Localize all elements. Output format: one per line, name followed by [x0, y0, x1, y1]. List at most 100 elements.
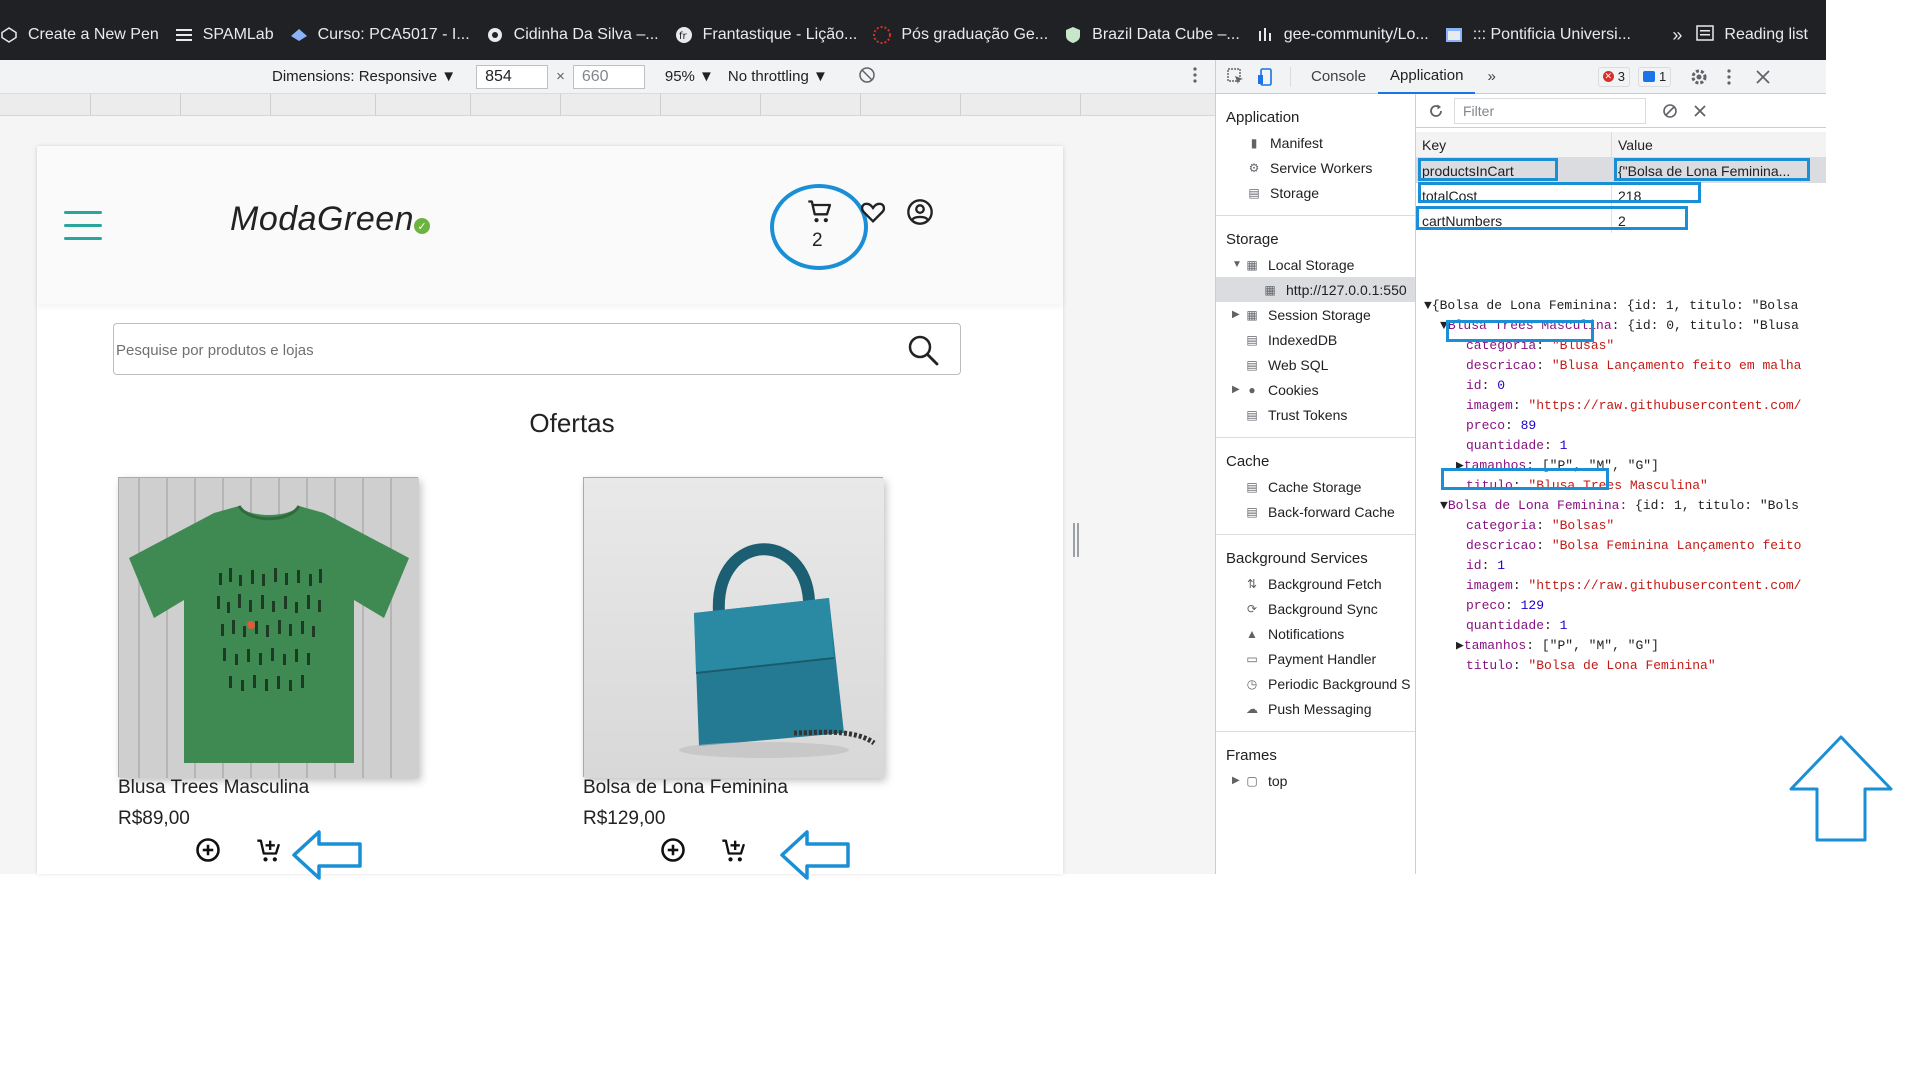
tree-field-line[interactable]: ▶tamanhos: ["P", "M", "G"]: [1416, 636, 1826, 656]
product-name[interactable]: Blusa Trees Masculina: [118, 777, 309, 799]
tree-field-line[interactable]: id: 0: [1416, 376, 1826, 396]
close-icon[interactable]: [1753, 67, 1773, 87]
collapse-triangle-icon[interactable]: ▶: [1232, 775, 1244, 786]
tree-field-line[interactable]: categoria: "Bolsas": [1416, 516, 1826, 536]
heart-icon[interactable]: [859, 198, 887, 226]
search-icon[interactable]: [906, 333, 940, 367]
sidebar-item-storage[interactable]: ▤ Storage: [1216, 180, 1415, 205]
column-header-key[interactable]: Key: [1416, 132, 1612, 157]
devtools-menu-icon[interactable]: [1719, 67, 1739, 87]
product-name[interactable]: Bolsa de Lona Feminina: [583, 777, 788, 799]
delete-selected-icon[interactable]: [1690, 101, 1710, 121]
offers-section-title: Ofertas: [37, 408, 1063, 439]
tree-field-separator: :: [1505, 598, 1521, 613]
bookmark-item[interactable]: SPAMLab: [175, 26, 274, 44]
sidebar-item-local-storage[interactable]: ▼ ▦ Local Storage: [1216, 252, 1415, 277]
bookmark-item[interactable]: ::: Pontificia Universi...: [1445, 26, 1631, 44]
settings-gear-icon[interactable]: [1689, 67, 1709, 87]
collapse-triangle-icon[interactable]: ▶: [1232, 309, 1244, 320]
tree-field-line[interactable]: quantidade: 1: [1416, 616, 1826, 636]
up-arrow-annotation-icon: [1786, 734, 1896, 844]
sidebar-item-periodic-background-sync[interactable]: ◷ Periodic Background S: [1216, 671, 1415, 696]
user-account-icon[interactable]: [906, 198, 934, 226]
tree-field-line[interactable]: imagem: "https://raw.githubusercontent.c…: [1416, 576, 1826, 596]
bookmark-item[interactable]: Create a New Pen: [0, 26, 159, 44]
search-input[interactable]: [116, 337, 876, 363]
sidebar-item-trust-tokens[interactable]: ▤ Trust Tokens: [1216, 402, 1415, 427]
filter-input[interactable]: [1454, 97, 1646, 124]
rotate-icon[interactable]: [858, 66, 876, 88]
sidebar-item-cache-storage[interactable]: ▤ Cache Storage: [1216, 474, 1415, 499]
collapse-triangle-icon[interactable]: ▶: [1232, 384, 1244, 395]
sidebar-item-manifest[interactable]: ▮ Manifest: [1216, 130, 1415, 155]
bookmark-item[interactable]: fr Frantastique - Lição...: [675, 26, 857, 44]
more-tabs-button[interactable]: »: [1475, 60, 1507, 94]
tree-field-line[interactable]: descricao: "Bolsa Feminina Lançamento fe…: [1416, 536, 1826, 556]
device-width-input[interactable]: 854: [476, 64, 549, 89]
sidebar-item-local-origin[interactable]: ▦ http://127.0.0.1:550: [1216, 277, 1415, 302]
sidebar-item-background-sync[interactable]: ⟳ Background Sync: [1216, 596, 1415, 621]
bookmark-item[interactable]: Pós graduação Ge...: [873, 26, 1048, 44]
tree-field-line[interactable]: imagem: "https://raw.githubusercontent.c…: [1416, 396, 1826, 416]
device-toggle-icon[interactable]: [1256, 67, 1276, 87]
zoom-in-icon[interactable]: [659, 836, 687, 864]
sidebar-item-notifications[interactable]: ▲ Notifications: [1216, 621, 1415, 646]
database-icon: ▤: [1246, 407, 1258, 422]
sidebar-item-payment-handler[interactable]: ▭ Payment Handler: [1216, 646, 1415, 671]
bookmark-item[interactable]: Cidinha Da Silva –...: [486, 26, 659, 44]
refresh-icon[interactable]: [1426, 101, 1446, 121]
column-header-value[interactable]: Value: [1612, 132, 1826, 157]
hamburger-menu-icon[interactable]: [64, 211, 102, 241]
cart-icon[interactable]: [806, 198, 834, 226]
expand-triangle-icon[interactable]: ▼: [1232, 259, 1244, 270]
sidebar-item-service-workers[interactable]: ⚙ Service Workers: [1216, 155, 1415, 180]
bookmark-item[interactable]: Curso: PCA5017 - I...: [290, 26, 470, 44]
tree-field-line[interactable]: preco: 89: [1416, 416, 1826, 436]
tree-field-value: "https://raw.githubusercontent.com/: [1528, 398, 1802, 413]
site-logo[interactable]: ModaGreen: [230, 200, 414, 239]
tree-root-line[interactable]: ▼{Bolsa de Lona Feminina: {id: 1, titulo…: [1416, 296, 1826, 316]
tree-field-line[interactable]: quantidade: 1: [1416, 436, 1826, 456]
tree-field-key: quantidade: [1466, 618, 1545, 633]
tree-field-key: descricao: [1466, 538, 1537, 553]
sidebar-item-session-storage[interactable]: ▶ ▦ Session Storage: [1216, 302, 1415, 327]
dimensions-dropdown[interactable]: Dimensions: Responsive ▼: [272, 68, 456, 85]
sidebar-item-web-sql[interactable]: ▤ Web SQL: [1216, 352, 1415, 377]
sidebar-item-push-messaging[interactable]: ☁ Push Messaging: [1216, 696, 1415, 721]
tab-console[interactable]: Console: [1299, 60, 1378, 94]
sidebar-item-frame-top[interactable]: ▶ ▢ top: [1216, 768, 1415, 793]
bookmark-label: gee-community/Lo...: [1283, 26, 1429, 43]
tree-item-line[interactable]: ▼Bolsa de Lona Feminina: {id: 1, titulo:…: [1416, 496, 1826, 516]
reading-list-button[interactable]: Reading list: [1696, 24, 1808, 46]
device-more-icon[interactable]: [1193, 66, 1197, 87]
bookmarks-more-button[interactable]: »: [1672, 25, 1682, 46]
tree-field-line[interactable]: descricao: "Blusa Lançamento feito em ma…: [1416, 356, 1826, 376]
sidebar-item-indexeddb[interactable]: ▤ IndexedDB: [1216, 327, 1415, 352]
clear-all-icon[interactable]: [1660, 101, 1680, 121]
tree-expand-icon[interactable]: ▶: [1456, 638, 1464, 653]
product-image-bag[interactable]: [583, 477, 884, 778]
tree-field-line[interactable]: preco: 129: [1416, 596, 1826, 616]
viewport-resize-handle[interactable]: [1073, 523, 1079, 557]
error-badge[interactable]: ✕ 3: [1597, 66, 1631, 87]
browser-top-strip: [0, 0, 1826, 10]
add-to-cart-icon[interactable]: [255, 836, 283, 864]
file-icon: ▮: [1250, 135, 1258, 150]
product-image-tshirt[interactable]: [118, 477, 419, 778]
message-badge[interactable]: 1: [1638, 66, 1672, 87]
inspect-element-icon[interactable]: [1226, 67, 1246, 87]
throttling-dropdown[interactable]: No throttling ▼: [728, 68, 828, 85]
sidebar-item-back-forward-cache[interactable]: ▤ Back-forward Cache: [1216, 499, 1415, 524]
tab-application[interactable]: Application: [1378, 60, 1476, 94]
sidebar-item-background-fetch[interactable]: ⇅ Background Fetch: [1216, 571, 1415, 596]
zoom-dropdown[interactable]: 95% ▼: [665, 68, 714, 85]
sidebar-divider: [1216, 534, 1415, 535]
tree-field-line[interactable]: titulo: "Bolsa de Lona Feminina": [1416, 656, 1826, 676]
sidebar-item-cookies[interactable]: ▶ ● Cookies: [1216, 377, 1415, 402]
tree-field-line[interactable]: id: 1: [1416, 556, 1826, 576]
zoom-in-icon[interactable]: [194, 836, 222, 864]
add-to-cart-icon[interactable]: [720, 836, 748, 864]
bookmark-item[interactable]: Brazil Data Cube –...: [1064, 26, 1240, 44]
bookmark-item[interactable]: gee-community/Lo...: [1256, 26, 1429, 44]
device-height-input[interactable]: 660: [572, 64, 645, 89]
